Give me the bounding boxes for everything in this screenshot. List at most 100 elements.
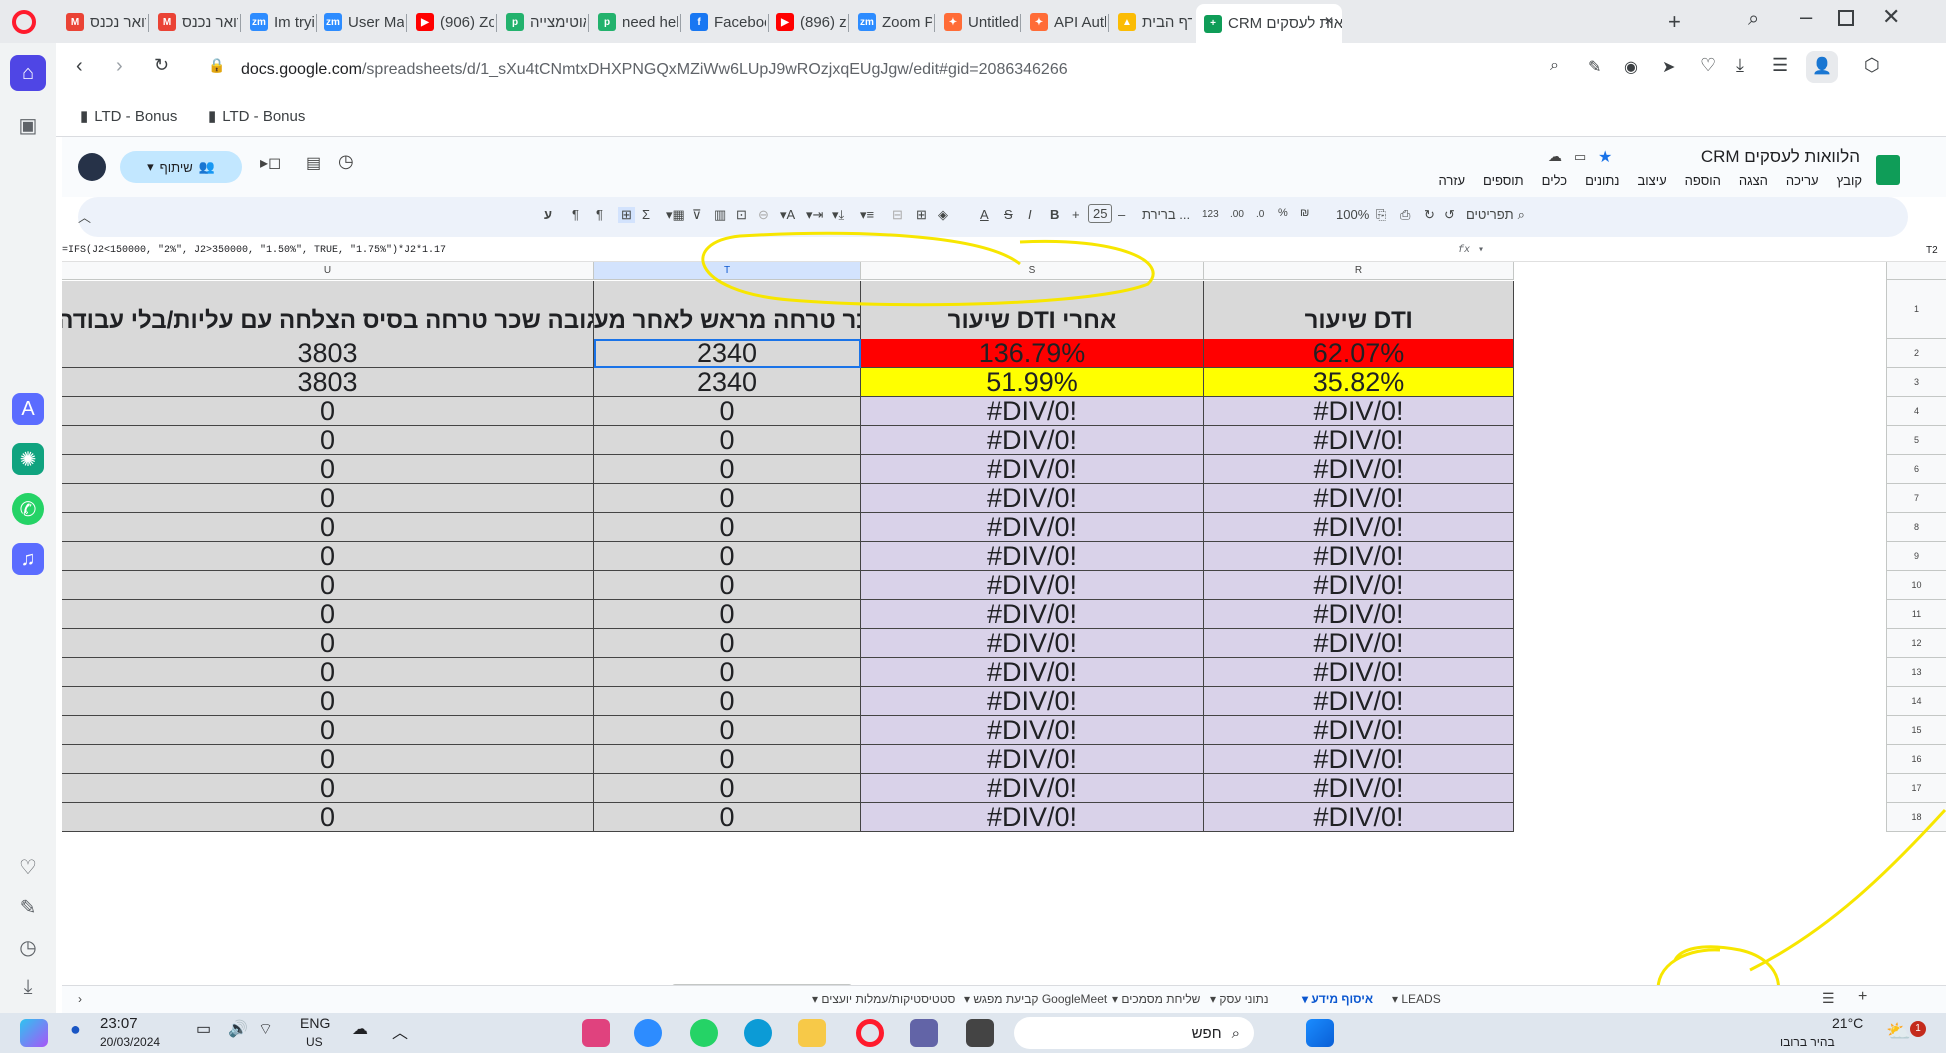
rtl-sheet-icon[interactable]: ⊞ [618,207,635,223]
font-size-increase-icon[interactable]: + [1072,207,1080,222]
cell-u[interactable]: 0 [62,803,594,832]
name-box[interactable]: T2 [1926,240,1938,262]
browser-tab[interactable]: f Facebook [682,6,766,38]
rtl-text-icon[interactable]: ע [544,207,552,222]
row-header[interactable]: 6 [1886,455,1946,484]
cell-u[interactable]: 0 [62,571,594,600]
lens-icon[interactable]: ⌕ [1550,57,1559,75]
table-icon[interactable]: ▾▦ [666,207,685,223]
send-icon[interactable]: ➤ [1662,57,1675,77]
browser-tab[interactable]: ▶ (896) zoor [768,6,846,38]
text-direction-icon[interactable]: ¶ [572,207,579,222]
menu-item[interactable]: הצגה [1739,173,1768,188]
decimal-decrease-icon[interactable]: .0 [1256,209,1264,220]
menu-item[interactable]: נתונים [1585,173,1619,188]
row-header[interactable]: 5 [1886,426,1946,455]
browser-tab[interactable]: M דואר נכנס [150,6,238,38]
cell-t[interactable]: 0 [594,455,861,484]
weather-temp[interactable]: 21°C [1832,1015,1863,1031]
cell-r[interactable]: 35.82% [1204,368,1514,397]
cell-r[interactable]: #DIV/0! [1204,455,1514,484]
cell-r[interactable]: #DIV/0! [1204,716,1514,745]
all-sheets-icon[interactable]: ☰ [1822,990,1835,1007]
cell-t[interactable]: 0 [594,716,861,745]
cell-t[interactable]: 0 [594,484,861,513]
row-header[interactable]: 8 [1886,513,1946,542]
cell-r[interactable]: #DIV/0! [1204,629,1514,658]
undo-icon[interactable]: ↺ [1444,207,1455,223]
browser-tab[interactable]: ▶ (906) Zoo [408,6,494,38]
cell-t[interactable]: 2340 [594,339,861,368]
onedrive-icon[interactable]: ☁ [352,1019,380,1047]
file-explorer-icon[interactable] [798,1019,826,1047]
cell-u[interactable]: 0 [62,455,594,484]
text-direction-icon[interactable]: ¶ [596,207,603,222]
user-icon[interactable]: ● [70,1019,98,1047]
cell-r[interactable]: #DIV/0! [1204,774,1514,803]
aria-icon[interactable]: A [12,393,44,425]
font-select[interactable]: ברירת ... [1142,207,1190,222]
row-header[interactable]: 2 [1886,339,1946,368]
cell-u[interactable]: 0 [62,542,594,571]
cell-r[interactable]: #DIV/0! [1204,803,1514,832]
reload-icon[interactable]: ↻ [154,55,169,76]
row-header[interactable]: 3 [1886,368,1946,397]
filter-icon[interactable]: ⊽ [692,207,702,223]
close-window-icon[interactable]: ✕ [1882,4,1900,30]
cell-s[interactable]: #DIV/0! [861,658,1204,687]
browser-tab[interactable]: p need help [590,6,678,38]
font-size-input[interactable]: 25 [1088,204,1113,223]
strikethrough-icon[interactable]: S [1004,207,1013,222]
new-tab-icon[interactable]: + [1668,9,1681,35]
cell-s[interactable]: #DIV/0! [861,716,1204,745]
cell-s[interactable]: #DIV/0! [861,803,1204,832]
sheet-tab[interactable]: ▾ LEADS [1392,992,1441,1006]
show-hidden-icon[interactable]: ︿ [392,1019,420,1047]
cell-r[interactable]: #DIV/0! [1204,426,1514,455]
download-icon[interactable]: ⤓ [1736,55,1744,76]
clock-time[interactable]: 23:07 [100,1015,138,1032]
cell-s[interactable]: #DIV/0! [861,513,1204,542]
cell-s[interactable]: #DIV/0! [861,455,1204,484]
bookmark-item[interactable]: ▮ LTD - Bonus [80,107,177,126]
cell-u[interactable]: 0 [62,774,594,803]
lock-icon[interactable]: 🔒 [208,57,225,74]
bookmark-item[interactable]: ▮ LTD - Bonus [208,107,305,126]
cell-t[interactable]: 0 [594,513,861,542]
snipping-tool-icon[interactable] [582,1019,610,1047]
cell-r[interactable]: #DIV/0! [1204,484,1514,513]
currency-format-icon[interactable]: ₪ [1300,207,1309,219]
notification-badge[interactable]: 1 [1910,1021,1926,1037]
row-header[interactable]: 4 [1886,397,1946,426]
link-icon[interactable]: ⊖ [758,207,769,223]
sheet-tab[interactable]: ▾ נתוני עסק [1210,992,1269,1006]
url-field[interactable]: docs.google.com/spreadsheets/d/1_sXu4tCN… [241,55,1641,85]
cell-r[interactable]: #DIV/0! [1204,745,1514,774]
menu-item[interactable]: עיצוב [1637,173,1666,188]
zoom-app-icon[interactable] [634,1019,662,1047]
cell-u[interactable]: 0 [62,687,594,716]
minimize-icon[interactable]: – [1800,4,1812,30]
cell-u[interactable]: 0 [62,513,594,542]
favorites-icon[interactable]: ♡ [10,849,46,885]
row-header[interactable]: 9 [1886,542,1946,571]
restore-icon[interactable] [1838,10,1854,26]
cell-r[interactable]: #DIV/0! [1204,600,1514,629]
cell-r[interactable]: #DIV/0! [1204,397,1514,426]
teams-icon[interactable] [910,1019,938,1047]
cell-r[interactable]: #DIV/0! [1204,658,1514,687]
cell-t[interactable]: 0 [594,745,861,774]
sheet-tab[interactable]: ▾ קביעת מפגש GoogleMeet [964,992,1107,1006]
weather-icon[interactable]: ⛅ [1886,1019,1914,1047]
edit-icon[interactable]: ✎ [1588,57,1601,77]
clock-date[interactable]: 20/03/2024 [100,1035,160,1049]
sheet-tab[interactable]: ▾ איסוף מידע [1302,992,1373,1006]
edge-icon[interactable] [744,1019,772,1047]
halign-icon[interactable]: ▾≡ [860,207,874,223]
menu-item[interactable]: עריכה [1786,173,1819,188]
search-menus-input[interactable]: תפריטים ⌕ [1466,207,1525,223]
cell-t[interactable]: 0 [594,542,861,571]
menu-item[interactable]: הוספה [1685,173,1721,188]
browser-tab[interactable]: ✦ Untitled R [936,6,1018,38]
avatar[interactable] [78,153,106,181]
